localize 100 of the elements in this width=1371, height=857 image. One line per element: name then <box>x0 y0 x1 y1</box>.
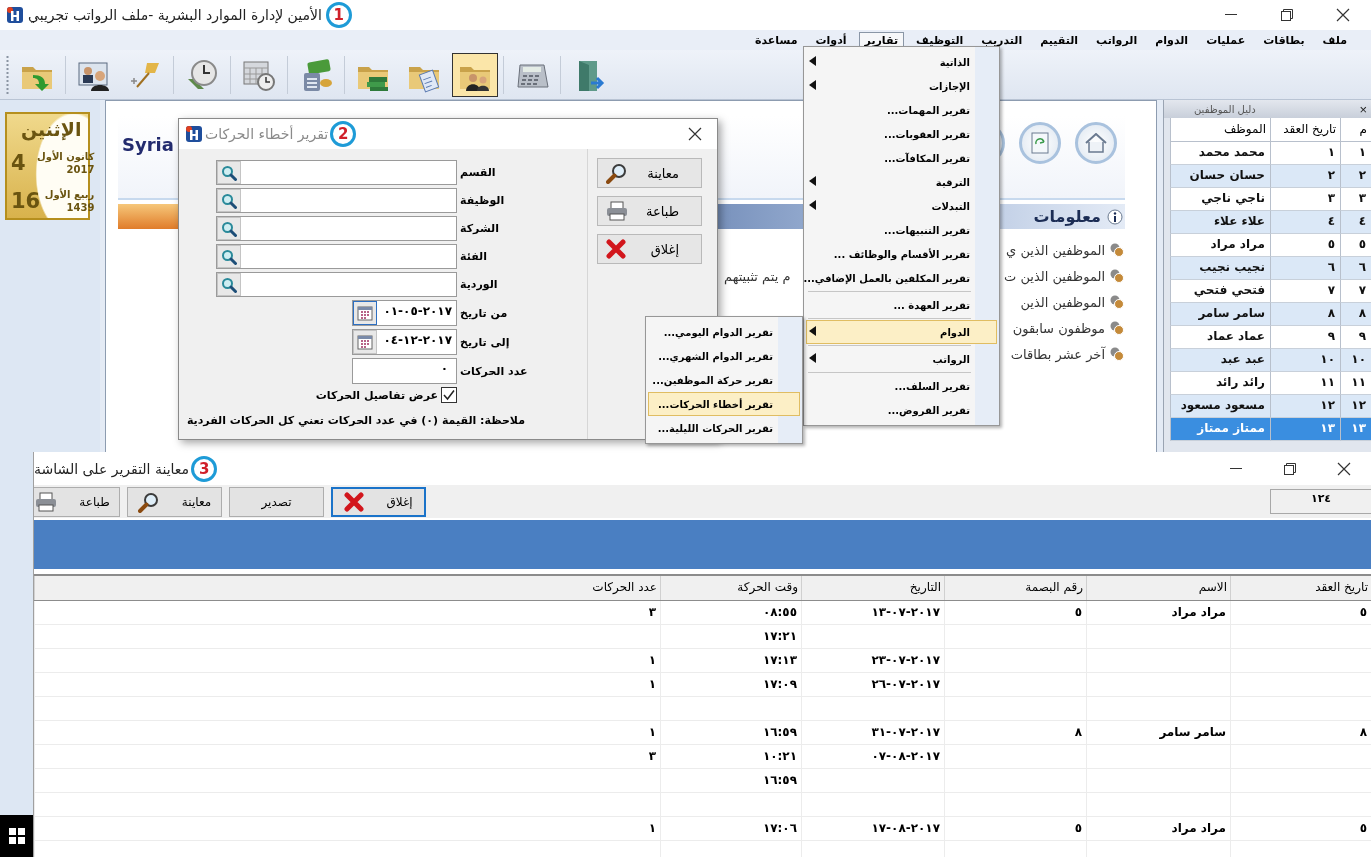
employee-row[interactable]: ١١ ١١ رائد رائد <box>1170 372 1371 395</box>
info-link[interactable]: الموظفين الذين ي <box>1006 242 1105 258</box>
table-cell: ٣١-٠٧-٢٠١٧ <box>801 721 944 744</box>
employee-row[interactable]: ١ ١ محمد محمد <box>1170 142 1371 165</box>
menu-item[interactable]: تقرير الحركات الليلية... <box>648 416 800 440</box>
lookup-field[interactable] <box>216 216 457 241</box>
search-icon <box>221 164 237 181</box>
employee-row[interactable]: ٩ ٩ عماد عماد <box>1170 326 1371 349</box>
menu-item[interactable]: التوظيف <box>910 31 970 49</box>
table-cell: ١٧:٢١ <box>660 625 801 648</box>
table-cell: ممتاز ممتاز <box>1170 418 1270 441</box>
menu-item[interactable]: تقرير المكلفين بالعمل الإضافي... <box>806 266 997 290</box>
employee-row[interactable]: ٦ ٦ نجيب نجيب <box>1170 257 1371 280</box>
menu-item[interactable]: تقرير التنبيهات... <box>806 218 997 242</box>
panel-title: دليل الموظفين <box>1194 103 1256 115</box>
menu-item[interactable]: الدوام <box>1149 31 1195 49</box>
banner-title: Syria <box>122 134 174 155</box>
column-header[interactable]: وقت الحركة <box>660 576 801 600</box>
menu-item[interactable]: عمليات <box>1200 31 1252 49</box>
close-icon <box>1337 461 1351 476</box>
date-field[interactable]: ٠١-٠٥-٢٠١٧ <box>352 300 457 326</box>
menu-item[interactable]: بطاقات <box>1257 31 1311 49</box>
info-link[interactable]: الموظفين الذين ت <box>1004 268 1105 284</box>
menu-item[interactable]: الدوام <box>806 320 997 344</box>
column-header[interactable]: تاريخ العقد <box>1230 576 1371 600</box>
menu-item[interactable]: تقرير أخطاء الحركات... <box>648 392 800 416</box>
menu-item[interactable]: تقرير السلف... <box>806 374 997 398</box>
info-link[interactable]: آخر عشر بطاقات <box>1010 346 1105 362</box>
employee-row[interactable]: ٢ ٢ حسان حسان <box>1170 165 1371 188</box>
employee-row[interactable]: ١٢ ١٢ مسعود مسعود <box>1170 395 1371 418</box>
toolbar-button[interactable] <box>452 52 498 97</box>
menu-item[interactable]: التقييم <box>1034 31 1085 49</box>
lookup-field[interactable] <box>216 160 457 185</box>
info-link[interactable]: الموظفين الذين <box>1020 294 1105 310</box>
search-button[interactable] <box>217 245 241 268</box>
menu-item[interactable]: تقرير حركة الموظفين... <box>648 368 800 392</box>
print-button[interactable]: طباعة <box>597 196 702 226</box>
employee-row[interactable]: ٧ ٧ فتحي فتحي <box>1170 280 1371 303</box>
menu-item[interactable]: تقرير المكافآت... <box>806 146 997 170</box>
count-field[interactable]: ٠ <box>352 358 457 384</box>
restore-icon <box>1284 462 1296 475</box>
restore-icon <box>1281 9 1293 21</box>
close-button[interactable]: إغلاق <box>597 234 702 264</box>
table-cell: ١٧:٠٦ <box>660 817 801 840</box>
cross-icon <box>344 491 365 512</box>
menu-item[interactable]: ملف <box>1316 31 1353 49</box>
employee-row[interactable]: ٤ ٤ علاء علاء <box>1170 211 1371 234</box>
employee-row[interactable]: ٣ ٣ ناجي ناجي <box>1170 188 1371 211</box>
info-link[interactable]: م يتم تثبيتهم <box>724 268 791 284</box>
search-button[interactable] <box>217 161 241 184</box>
menu-item[interactable]: تقرير العهدة ... <box>806 293 997 317</box>
export-button[interactable]: تصدير <box>229 486 324 517</box>
menu-item[interactable]: تقرير المهمات... <box>806 98 997 122</box>
menu-item[interactable]: أدوات <box>809 31 853 49</box>
calendar-button[interactable] <box>353 330 377 354</box>
menu-item[interactable]: تقرير الدوام الشهري... <box>648 344 800 368</box>
info-link[interactable]: موظفون سابقون <box>1012 320 1105 336</box>
field-label: الوردية <box>460 278 499 291</box>
preview-button[interactable]: معاينة <box>127 486 222 517</box>
menu-item[interactable]: الرواتب <box>806 347 997 371</box>
menu-item[interactable]: مساعدة <box>749 31 804 49</box>
menu-item[interactable]: الذاتية <box>806 50 997 74</box>
employee-row[interactable]: ٨ ٨ سامر سامر <box>1170 303 1371 326</box>
menu-item[interactable]: التدريب <box>975 31 1029 49</box>
search-button[interactable] <box>217 189 241 212</box>
lookup-field[interactable] <box>216 188 457 213</box>
start-button[interactable] <box>0 815 33 857</box>
menu-item[interactable]: تقرير القروض... <box>806 398 997 422</box>
column-header[interactable]: عدد الحركات <box>34 576 660 600</box>
preview-button[interactable]: معاينة <box>597 158 702 188</box>
menu-item[interactable]: تقرير الدوام اليومي... <box>648 320 800 344</box>
checkbox[interactable] <box>441 387 457 403</box>
caret-icon <box>809 200 816 210</box>
column-header[interactable]: التاريخ <box>801 576 944 600</box>
date-field[interactable]: ٠٤-١٢-٢٠١٧ <box>352 329 457 355</box>
search-button[interactable] <box>217 273 241 296</box>
search-button[interactable] <box>217 217 241 240</box>
page-field[interactable]: ١٢٤ <box>1270 489 1371 514</box>
column-header[interactable]: رقم البصمة <box>944 576 1086 600</box>
menu-item[interactable]: تقرير الأقسام والوظائف ... <box>806 242 997 266</box>
column-header[interactable]: الاسم <box>1086 576 1230 600</box>
employee-row[interactable]: ٥ ٥ مراد مراد <box>1170 234 1371 257</box>
menu-item[interactable]: تقرير العقوبات... <box>806 122 997 146</box>
field-label: إلى تاريخ <box>460 335 511 349</box>
menu-item[interactable]: الإجازات <box>806 74 997 98</box>
menu-item[interactable]: الرواتب <box>1090 31 1144 49</box>
calendar-button[interactable] <box>353 301 377 325</box>
lookup-field[interactable] <box>216 244 457 269</box>
table-cell: ١٣-٠٧-٢٠١٧ <box>801 601 944 624</box>
refresh-icon <box>1031 132 1049 154</box>
employee-row[interactable]: ١٠ ١٠ عبد عبد <box>1170 349 1371 372</box>
lookup-field[interactable] <box>216 272 457 297</box>
print-button[interactable]: طباعة <box>34 486 120 517</box>
close-button[interactable]: × <box>1355 101 1371 117</box>
refresh-button[interactable] <box>1019 122 1061 164</box>
close-button[interactable]: إغلاق <box>331 486 426 517</box>
home-button[interactable] <box>1075 122 1117 164</box>
table-cell: ١ <box>34 649 660 672</box>
menu-item[interactable]: الترقية <box>806 170 997 194</box>
menu-item[interactable]: التبدلات <box>806 194 997 218</box>
